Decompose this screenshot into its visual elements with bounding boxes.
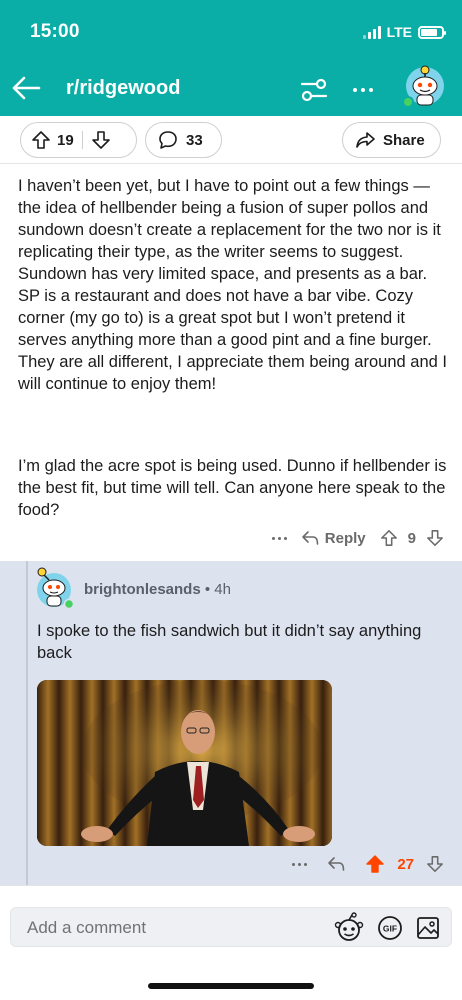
composer-placeholder: Add a comment [27,918,147,937]
comment-paragraph: I haven’t been yet, but I have to point … [18,177,447,393]
more-options-button[interactable] [346,76,380,104]
snoo-avatar-icon [37,567,75,610]
comment-paragraph: I’m glad the acre spot is being used. Du… [18,457,447,519]
battery-icon [418,25,446,39]
post-action-bar: 19 33 Share [0,116,462,164]
share-button[interactable]: Share [342,122,441,158]
back-arrow-icon [12,76,41,100]
share-arrow-icon [356,132,375,148]
downvote-icon[interactable] [426,855,444,873]
reply-label: Reply [324,529,366,547]
comments-button[interactable]: 33 [145,122,222,158]
reply-vote-count: 27 [397,855,414,873]
comment-bubble-icon [159,131,177,149]
snoo-face-icon[interactable] [333,912,365,944]
share-label: Share [383,131,425,149]
meta-separator: • [204,581,211,598]
reply-username[interactable]: brightonlesands [84,581,201,598]
reply-arrow-icon [301,531,319,545]
filter-button[interactable] [298,74,330,106]
post-vote-count: 19 [57,131,74,149]
network-type: LTE [386,24,412,40]
reply-more-button[interactable] [292,862,308,866]
reply-button[interactable]: Reply [301,530,366,547]
user-avatar[interactable] [402,62,448,108]
upvote-icon[interactable] [31,130,51,150]
comment-count: 33 [186,131,203,149]
reply-age: 4h [214,581,231,598]
comment-actions: Reply 9 [271,522,444,554]
reply-arrow-icon[interactable] [327,856,345,872]
add-comment-input[interactable]: Add a comment GIF [10,907,452,947]
app-header: 15:00 LTE r/ridgewood [0,0,462,116]
filter-sliders-icon [300,78,328,102]
comment-vote-control: 9 [380,529,444,547]
more-icon [353,88,373,92]
svg-text:GIF: GIF [383,924,397,934]
image-icon[interactable] [415,915,441,941]
home-indicator[interactable] [148,983,314,989]
gif-icon[interactable]: GIF [377,915,403,941]
subreddit-title[interactable]: r/ridgewood [66,77,180,100]
signal-icon [362,25,381,39]
downvote-icon[interactable] [426,529,444,547]
reply-avatar[interactable] [34,566,75,610]
comment-more-button[interactable] [271,536,287,540]
reply-gif-image[interactable] [37,680,332,846]
status-indicators: LTE [362,24,446,40]
composer-tools: GIF [333,912,441,944]
reply-body: I spoke to the fish sandwich but it didn… [37,622,422,662]
back-button[interactable] [8,70,44,106]
reply-actions: 27 [292,849,444,879]
upvote-filled-icon[interactable] [365,854,385,874]
gif-picture [37,680,332,846]
upvote-icon[interactable] [380,529,398,547]
snoo-avatar-icon [402,65,444,108]
post-vote-control: 19 [20,122,137,158]
reply-vote-control: 27 [365,854,444,874]
comment-vote-count: 9 [407,529,416,547]
status-time: 15:00 [30,21,80,42]
reply-meta: brightonlesands • 4h [84,581,231,598]
downvote-icon[interactable] [91,130,111,150]
thread-line[interactable] [26,561,28,885]
